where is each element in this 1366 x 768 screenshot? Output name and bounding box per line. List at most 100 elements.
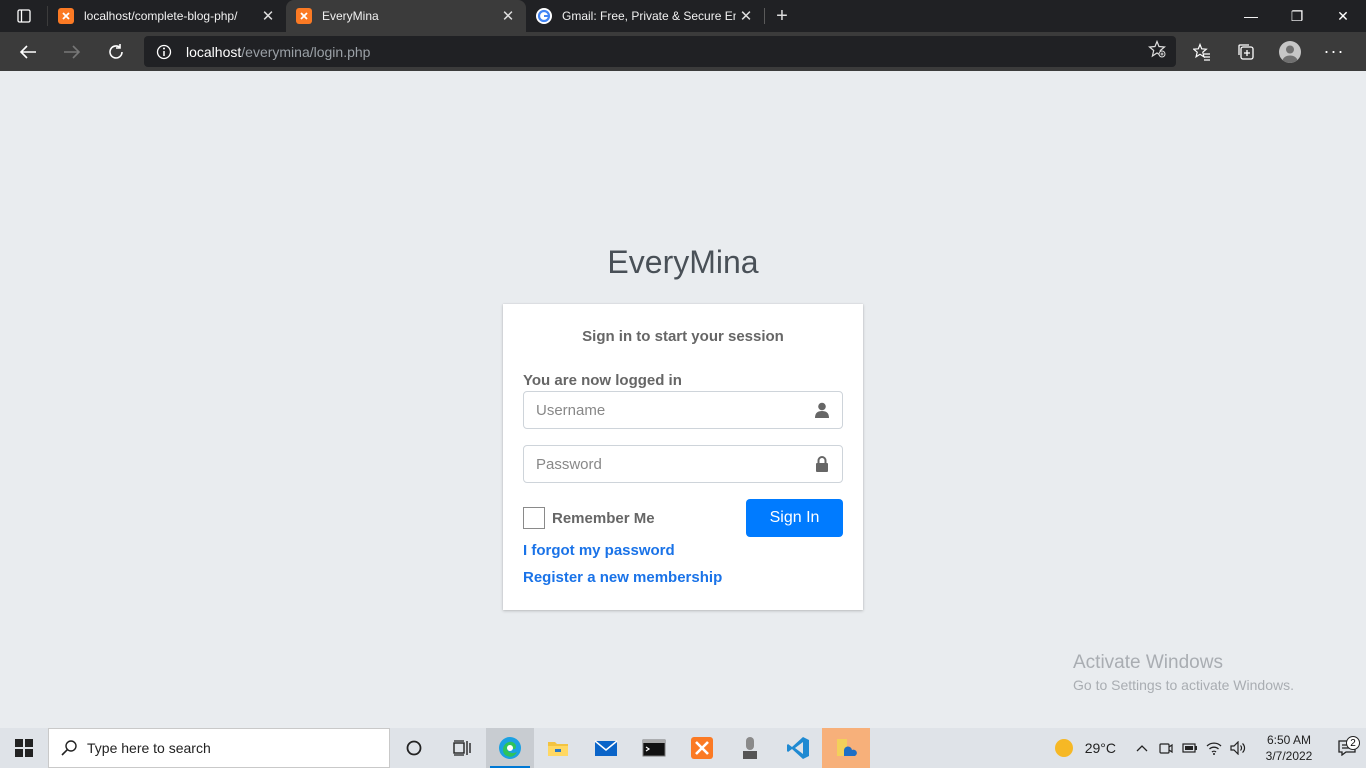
login-box-message: Sign in to start your session xyxy=(582,328,784,345)
close-window-button[interactable]: ✕ xyxy=(1320,0,1366,32)
user-icon xyxy=(802,392,842,428)
edge-icon xyxy=(499,737,521,759)
microphone-app-button[interactable] xyxy=(726,728,774,768)
clock-date: 3/7/2022 xyxy=(1265,749,1313,763)
windows-logo-icon xyxy=(15,739,33,757)
vscode-button[interactable] xyxy=(774,728,822,768)
remember-label[interactable]: Remember Me xyxy=(552,510,655,527)
weather-widget[interactable]: 29°C xyxy=(1054,739,1116,757)
tab-title: localhost/complete-blog-php/ xyxy=(84,9,238,23)
new-tab-button[interactable]: + xyxy=(765,0,799,32)
login-card: Sign in to start your session You are no… xyxy=(503,304,863,610)
url-path: /everymina/login.php xyxy=(241,43,371,60)
app-logo[interactable]: EveryMina xyxy=(0,244,1366,281)
close-tab-icon[interactable]: ✕ xyxy=(498,6,518,26)
settings-menu-button[interactable]: ··· xyxy=(1312,32,1356,71)
activate-windows-watermark: Activate Windows Go to Settings to activ… xyxy=(1073,652,1294,693)
add-favorite-icon[interactable] xyxy=(1148,39,1166,63)
status-message: You are now logged in xyxy=(523,372,682,389)
minimize-button[interactable]: — xyxy=(1228,0,1274,32)
microphone-icon xyxy=(743,737,757,759)
network-button[interactable] xyxy=(1202,741,1226,755)
task-view-icon xyxy=(453,740,471,756)
vscode-icon xyxy=(787,737,809,759)
wifi-icon xyxy=(1206,742,1222,755)
password-input[interactable] xyxy=(524,446,802,482)
username-input[interactable] xyxy=(524,392,802,428)
mail-button[interactable] xyxy=(582,728,630,768)
xampp-icon xyxy=(58,8,74,24)
speaker-icon xyxy=(1230,741,1246,755)
show-hidden-icons-button[interactable] xyxy=(1130,744,1154,752)
clock-time: 6:50 AM xyxy=(1266,733,1312,747)
url-host: localhost xyxy=(186,43,242,60)
system-tray: 29°C 6:50 AM 3/7/2022 2 xyxy=(1054,728,1366,768)
battery-button[interactable] xyxy=(1178,742,1202,754)
forward-arrow-icon xyxy=(64,44,81,59)
refresh-button[interactable] xyxy=(94,32,138,71)
action-center-button[interactable]: 2 xyxy=(1328,736,1366,756)
favorites-icon xyxy=(1193,42,1210,61)
tab-actions-button[interactable] xyxy=(0,6,48,26)
window-controls: — ❐ ✕ xyxy=(1228,0,1366,32)
collections-icon xyxy=(1238,43,1254,60)
address-toolbar: localhost/everymina/login.php ··· xyxy=(0,32,1366,71)
refresh-icon xyxy=(109,43,123,59)
volume-button[interactable] xyxy=(1226,741,1250,755)
tab-actions-icon xyxy=(16,9,31,23)
forgot-password-link[interactable]: I forgot my password xyxy=(523,542,843,559)
terminal-button[interactable] xyxy=(630,728,678,768)
more-icon: ··· xyxy=(1323,41,1345,61)
sign-in-button[interactable]: Sign In xyxy=(746,499,843,537)
camera-icon xyxy=(1159,743,1173,754)
back-arrow-icon xyxy=(19,44,36,59)
close-tab-icon[interactable]: ✕ xyxy=(736,6,756,26)
file-explorer-button[interactable] xyxy=(534,728,582,768)
lock-icon xyxy=(802,446,842,482)
xampp-taskbar-button[interactable] xyxy=(678,728,726,768)
tab-everymina[interactable]: EveryMina ✕ xyxy=(286,0,526,32)
password-group xyxy=(523,445,843,483)
start-button[interactable] xyxy=(0,728,48,768)
back-button[interactable] xyxy=(6,32,50,71)
browser-toolbar-right: ··· xyxy=(1180,32,1356,71)
restore-button[interactable]: ❐ xyxy=(1274,0,1320,32)
tab-title: Gmail: Free, Private & Secure Em xyxy=(562,9,736,23)
sun-icon xyxy=(1054,739,1073,757)
site-info-icon[interactable] xyxy=(156,44,172,60)
profile-button[interactable] xyxy=(1268,32,1312,71)
folder-icon xyxy=(548,742,568,756)
username-group xyxy=(523,391,843,429)
url-text: localhost/everymina/login.php xyxy=(186,44,370,60)
sticky-app-button[interactable] xyxy=(822,728,870,768)
tab-complete-blog[interactable]: localhost/complete-blog-php/ ✕ xyxy=(48,0,286,32)
chevron-up-icon xyxy=(1136,745,1148,752)
tab-gmail[interactable]: Gmail: Free, Private & Secure Em ✕ xyxy=(526,0,764,32)
battery-icon xyxy=(1182,743,1197,753)
watermark-subtitle: Go to Settings to activate Windows. xyxy=(1073,677,1294,693)
cortana-button[interactable] xyxy=(390,728,438,768)
collections-button[interactable] xyxy=(1224,32,1268,71)
terminal-icon xyxy=(642,739,666,757)
search-icon xyxy=(61,740,77,756)
browser-tab-bar: localhost/complete-blog-php/ ✕ EveryMina… xyxy=(0,0,1366,32)
google-icon xyxy=(536,8,552,24)
search-placeholder: Type here to search xyxy=(87,740,211,756)
task-view-button[interactable] xyxy=(438,728,486,768)
forward-button[interactable] xyxy=(50,32,94,71)
folder-cloud-icon xyxy=(837,739,857,756)
xampp-icon xyxy=(296,8,312,24)
clock[interactable]: 6:50 AM 3/7/2022 xyxy=(1250,732,1328,764)
mail-icon xyxy=(594,740,618,756)
remember-checkbox[interactable] xyxy=(523,507,545,529)
edge-taskbar-button[interactable] xyxy=(486,728,534,768)
weather-temp: 29°C xyxy=(1084,740,1116,756)
remember-signin-row: Remember Me Sign In xyxy=(523,499,843,537)
favorites-button[interactable] xyxy=(1180,32,1224,71)
close-tab-icon[interactable]: ✕ xyxy=(258,6,278,26)
tab-title: EveryMina xyxy=(322,9,379,23)
address-bar[interactable]: localhost/everymina/login.php xyxy=(144,36,1176,67)
taskbar-search-box[interactable]: Type here to search xyxy=(48,728,390,768)
register-link[interactable]: Register a new membership xyxy=(523,569,843,586)
meet-now-button[interactable] xyxy=(1154,741,1178,755)
